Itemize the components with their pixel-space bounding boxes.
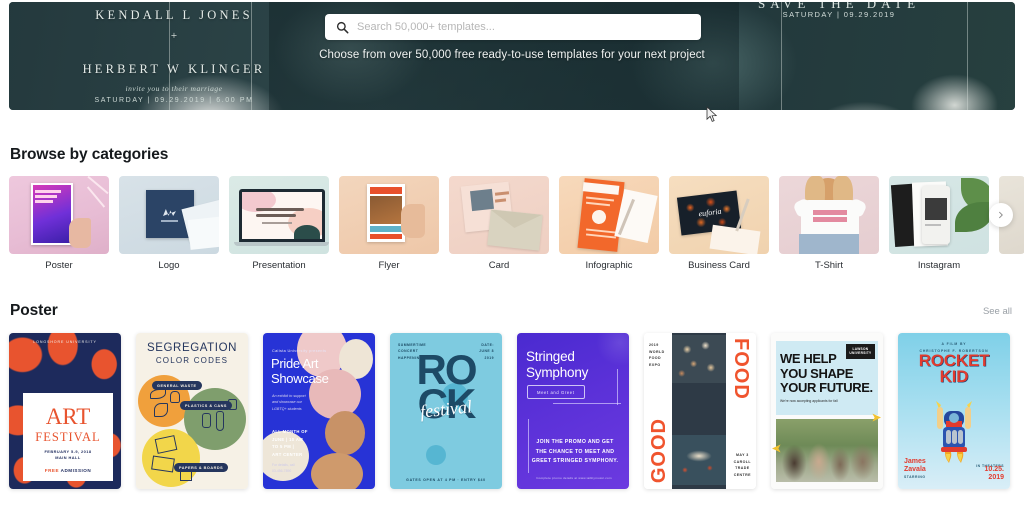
poster-card-rocket-kid[interactable]: A FILM BY CHRISTOPHE F. ROBERTSON ROCKET… [898,333,1010,489]
poster-word-bottom: GOOD [648,417,670,483]
poster-word-top: FOOD [730,338,752,400]
poster-card-rock-festival[interactable]: SUMMERTIME CONCERT HAPPENING! DATE: JUNE… [390,333,502,489]
poster-title: Pride Art Showcase [271,356,329,386]
poster-admission: FREE ADMISSION [44,468,92,473]
poster-description: An exhibit to support and showcase our L… [272,394,306,411]
poster-card-good-food[interactable]: 2019 WORLD FOOD EXPO FOOD GOOD MAY 3 CAR… [644,333,756,489]
poster-info: ALL MONTH OF JUNE | 10 AM TO 5 PM | ART … [272,428,308,458]
category-card-instagram[interactable]: Instagram [889,176,989,271]
browse-categories-title: Browse by categories [10,146,169,163]
mouse-pointer-icon [706,106,718,123]
invite-date-right: SATURDAY | 09.29.2019 [782,10,896,19]
search-icon [336,21,349,34]
poster-title: Stringed Symphony [526,349,589,381]
category-card-card[interactable]: Card [449,176,549,271]
template-gallery-page: KENDALL L JONES + HERBERT W KLINGER invi… [0,0,1024,505]
poster-thumbnail: LAWSON UNIVERSITY WE HELP YOU SHAPE YOUR… [771,333,883,489]
poster-thumbnail: Calista University presents Pride Art Sh… [263,333,375,489]
category-label: Flyer [378,260,400,271]
category-label: Poster [45,260,73,271]
poster-subtitle: FESTIVAL [35,430,101,444]
poster-university: LONGSHORE UNIVERSITY [33,340,97,344]
category-label: Infographic [585,260,633,271]
category-label: T-Shirt [815,260,843,271]
poster-footer: GATES OPEN AT 4 PM · ENTRY $40 [406,478,486,482]
category-label: Card [488,260,510,271]
category-label: Presentation [252,260,306,271]
category-label: Instagram [917,260,961,271]
poster-release-date: 10.25. 2019 [984,466,1004,481]
poster-title: WE HELP YOU SHAPE YOUR FUTURE. [780,351,873,396]
poster-venue: MAY 3 CAROLL TRADE CENTRE [733,452,751,478]
category-thumbnail [449,176,549,254]
poster-starring-name: James Zavala [904,458,926,473]
poster-card-we-help[interactable]: LAWSON UNIVERSITY WE HELP YOU SHAPE YOUR… [771,333,883,489]
rocket-kid-artwork [932,399,976,463]
see-all-link[interactable]: See all [983,306,1012,317]
poster-presents: Calista University presents [272,349,327,353]
poster-card-stringed-symphony[interactable]: Stringed Symphony Meet and Greet JOIN TH… [517,333,629,489]
poster-card-pride-art[interactable]: Calista University presents Pride Art Sh… [263,333,375,489]
category-card-poster[interactable]: Poster [9,176,109,271]
poster-thumbnail: SUMMERTIME CONCERT HAPPENING! DATE: JUNE… [390,333,502,489]
search-bar[interactable] [325,14,701,40]
invite-name-1: KENDALL L JONES [95,8,253,22]
poster-contact: For details, call 03-456-7890 [272,463,295,474]
poster-thumbnail: SEGREGATION COLOR CODES GENERAL WASTE PL… [136,333,248,489]
category-card-logo[interactable]: Logo [119,176,219,271]
category-card-business-card[interactable]: euforia Business Card [669,176,769,271]
hero-banner: KENDALL L JONES + HERBERT W KLINGER invi… [9,2,1015,110]
category-thumbnail [889,176,989,254]
invite-name-2: HERBERT W KLINGER [82,62,266,76]
poster-expo: 2019 WORLD FOOD EXPO [649,343,665,367]
poster-card-art-festival[interactable]: LONGSHORE UNIVERSITY ART FESTIVAL FEBRUA… [9,333,121,489]
poster-thumbnail: LONGSHORE UNIVERSITY ART FESTIVAL FEBRUA… [9,333,121,489]
category-label: Business Card [688,260,750,271]
category-card-infographic[interactable]: Infographic [559,176,659,271]
poster-subtitle: We're now accepting applicants for fall [780,399,838,403]
hero-subtitle: Choose from over 50,000 free ready-to-us… [319,49,705,61]
poster-card-segregation[interactable]: SEGREGATION COLOR CODES GENERAL WASTE PL… [136,333,248,489]
category-card-presentation[interactable]: Presentation [229,176,329,271]
poster-body: JOIN THE PROMO AND GET THE CHANCE TO MEE… [531,439,619,465]
search-input[interactable] [357,21,701,33]
category-thumbnail [229,176,329,254]
poster-footer: Complete promo details at www.tabbymusic… [536,476,612,480]
poster-grid: LONGSHORE UNIVERSITY ART FESTIVAL FEBRUA… [9,333,1015,491]
category-thumbnail [119,176,219,254]
category-thumbnail [779,176,879,254]
category-thumbnail [9,176,109,254]
categories-carousel[interactable]: Poster Logo Presentation Flyer Card Info… [9,176,1024,271]
category-card-flyer[interactable]: Flyer [339,176,439,271]
category-thumbnail: euforia [669,176,769,254]
category-thumbnail [559,176,659,254]
invite-plus-symbol: + [170,30,178,42]
poster-title: ART [45,404,91,429]
invite-date-left: SATURDAY | 09.29.2019 | 6.00 PM [94,97,254,104]
poster-thumbnail: A FILM BY CHRISTOPHE F. ROBERTSON ROCKET… [898,333,1010,489]
poster-thumbnail: 2019 WORLD FOOD EXPO FOOD GOOD MAY 3 CAR… [644,333,756,489]
categories-next-button[interactable] [989,203,1013,227]
poster-section-title: Poster [10,302,58,319]
poster-badge: Meet and Greet [527,385,585,399]
poster-title: ROCKET KID [918,351,990,387]
poster-date: FEBRUARY 5-9, 2018 MAIN HALL [44,449,92,461]
category-thumbnail [339,176,439,254]
poster-thumbnail: Stringed Symphony Meet and Greet JOIN TH… [517,333,629,489]
category-label: Logo [158,260,180,271]
poster-subtitle: COLOR CODES [155,356,229,365]
poster-tag: PLASTICS & CANS [180,401,232,410]
poster-title: SEGREGATION [146,342,238,354]
invite-script-line: invite you to their marriage [125,84,223,93]
poster-starring-label: STARRING [904,475,926,479]
chevron-right-icon [997,206,1005,224]
category-card-tshirt[interactable]: T-Shirt [779,176,879,271]
